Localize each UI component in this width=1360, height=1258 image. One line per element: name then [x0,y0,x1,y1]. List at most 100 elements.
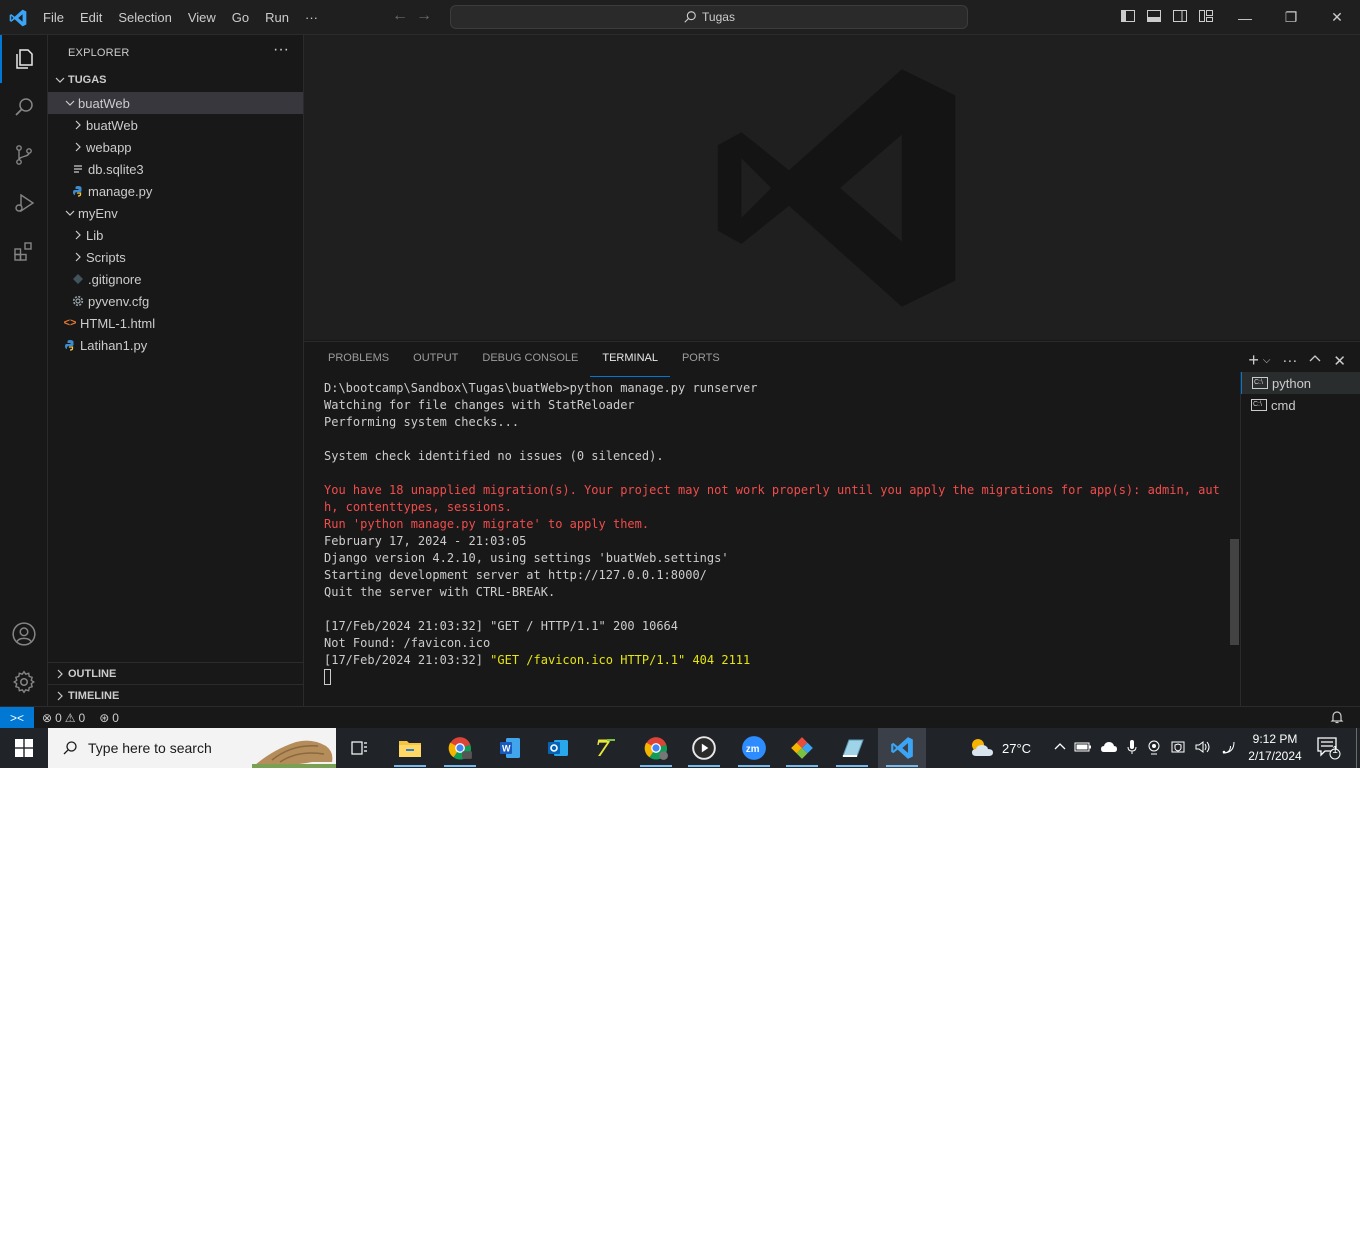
zoom-icon[interactable]: zm [730,728,778,768]
tray-overflow-chevron-icon[interactable] [1054,741,1066,756]
vscode-taskbar-icon[interactable] [878,728,926,768]
tree-item-buatweb-root[interactable]: buatWeb [48,92,303,114]
action-center-icon[interactable]: 1 [1316,736,1342,763]
window-controls: — ❐ ✕ [1222,0,1360,35]
tree-item-html-1[interactable]: <> HTML-1.html [48,312,303,334]
command-center-label: Tugas [702,10,735,24]
terminal-line-prefix: [17/Feb/2024 21:03:32] [324,653,491,667]
menu-selection[interactable]: Selection [110,0,179,35]
weather-widget[interactable]: 27°C [968,728,1031,768]
windows-start-icon[interactable] [0,728,48,768]
tree-item-myenv[interactable]: myEnv [48,202,303,224]
chrome-profile-icon[interactable] [436,728,484,768]
taskbar-search-input[interactable]: Type here to search [48,728,336,768]
tab-problems[interactable]: PROBLEMS [316,342,401,377]
ports-status[interactable]: ⊛ 0 [99,711,119,725]
problems-status[interactable]: ⊗ 0 ⚠ 0 [42,711,85,725]
menu-file[interactable]: File [35,0,72,35]
title-bar: File Edit Selection View Go Run ··· ← → … [0,0,1360,35]
bottom-panel: PROBLEMS OUTPUT DEBUG CONSOLE TERMINAL P… [304,341,1360,707]
remote-indicator-icon[interactable]: >< [0,706,34,728]
show-desktop-button[interactable] [1356,728,1360,768]
battery-icon[interactable] [1074,741,1092,756]
explorer-sidebar: EXPLORER ··· TUGAS buatWeb buatWeb webap… [48,35,304,706]
menu-go[interactable]: Go [224,0,257,35]
source-control-icon[interactable] [0,131,48,179]
customize-layout-icon[interactable] [1198,8,1214,24]
timeline-label: TIMELINE [68,689,120,702]
tree-item-label: buatWeb [86,117,138,133]
system-tray [1054,728,1238,768]
terminal-item-cmd[interactable]: C:\ cmd [1241,394,1360,416]
extensions-icon[interactable] [0,227,48,275]
notifications-bell-icon[interactable] [1330,710,1344,727]
menu-view[interactable]: View [180,0,224,35]
app-diamond-icon[interactable] [778,728,826,768]
restore-icon[interactable]: ❐ [1268,0,1314,35]
git-file-icon [70,271,86,287]
tree-item-pyvenv-cfg[interactable]: pyvenv.cfg [48,290,303,312]
search-icon[interactable] [0,83,48,131]
toggle-panel-icon[interactable] [1146,8,1162,24]
menu-more[interactable]: ··· [297,0,326,35]
terminal-item-python[interactable]: C:\ python [1241,372,1360,394]
chrome-icon[interactable] [632,728,680,768]
task-view-icon[interactable] [336,728,384,768]
tree-item-latihan1-py[interactable]: Latihan1.py [48,334,303,356]
wifi-icon[interactable] [1220,740,1238,757]
webcam-icon[interactable] [1146,739,1162,758]
workspace-header[interactable]: TUGAS [48,69,303,91]
explorer-icon[interactable] [0,35,48,83]
menu-run[interactable]: Run [257,0,297,35]
outline-section[interactable]: OUTLINE [48,662,303,684]
tree-item-label: webapp [86,139,132,155]
tab-ports[interactable]: PORTS [670,342,732,377]
tab-terminal[interactable]: TERMINAL [590,342,670,377]
explorer-more-icon[interactable]: ··· [273,41,289,59]
tree-item-scripts[interactable]: Scripts [48,246,303,268]
maximize-panel-icon[interactable] [1309,352,1321,369]
more-actions-icon[interactable]: ··· [1282,352,1297,369]
new-terminal-plus-icon[interactable]: + [1248,350,1259,371]
close-icon[interactable]: ✕ [1314,0,1360,35]
volume-icon[interactable] [1194,740,1212,757]
terminal-scrollbar[interactable] [1230,539,1239,645]
chevron-right-icon [70,227,86,243]
tree-item-buatweb-sub[interactable]: buatWeb [48,114,303,136]
outlook-icon[interactable] [534,728,582,768]
minimize-icon[interactable]: — [1222,0,1268,35]
onedrive-cloud-icon[interactable] [1100,741,1118,756]
terminal-line: [17/Feb/2024 21:03:32] "GET /favicon.ico… [324,652,1229,669]
forward-arrow-icon[interactable]: → [416,7,432,25]
security-shield-icon[interactable] [1170,739,1186,758]
tree-item-db-sqlite3[interactable]: db.sqlite3 [48,158,303,180]
taskbar-clock[interactable]: 9:12 PM 2/17/2024 [1244,731,1306,765]
app-book-icon[interactable] [828,728,876,768]
settings-gear-icon[interactable] [0,658,48,706]
terminal-output[interactable]: D:\bootcamp\Sandbox\Tugas\buatWeb>python… [324,380,1229,686]
toggle-secondary-sidebar-icon[interactable] [1172,8,1188,24]
microphone-icon[interactable] [1126,739,1138,758]
command-center[interactable]: Tugas [450,5,968,29]
chevron-down-icon [52,72,68,88]
tree-item-lib[interactable]: Lib [48,224,303,246]
media-player-icon[interactable] [680,728,728,768]
tree-item-webapp[interactable]: webapp [48,136,303,158]
tree-item-manage-py[interactable]: manage.py [48,180,303,202]
timeline-section[interactable]: TIMELINE [48,684,303,706]
tree-item-gitignore[interactable]: .gitignore [48,268,303,290]
word-icon[interactable]: W [486,728,534,768]
accounts-icon[interactable] [0,610,48,658]
terminal-list: C:\ python C:\ cmd [1240,372,1360,707]
file-explorer-icon[interactable] [386,728,434,768]
tab-debug-console[interactable]: DEBUG CONSOLE [470,342,590,377]
tally-seven-icon[interactable]: 7 [582,728,630,768]
chevron-down-icon[interactable]: ⌵ [1263,355,1271,366]
toggle-primary-sidebar-icon[interactable] [1120,8,1136,24]
tab-output[interactable]: OUTPUT [401,342,470,377]
close-panel-icon[interactable]: ✕ [1333,352,1346,370]
run-debug-icon[interactable] [0,179,48,227]
back-arrow-icon[interactable]: ← [392,7,408,25]
menu-edit[interactable]: Edit [72,0,110,35]
gear-file-icon [70,293,86,309]
